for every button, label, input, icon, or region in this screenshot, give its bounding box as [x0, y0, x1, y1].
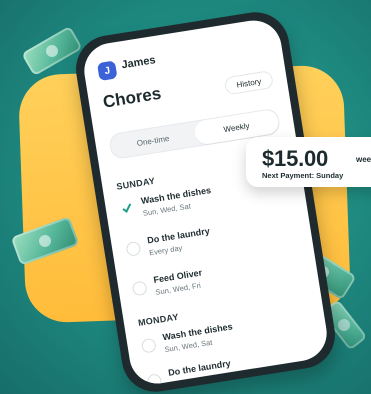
- section-monday: MONDAY: [137, 311, 180, 328]
- payment-card: $15.00 weekly Next Payment: Sunday: [246, 137, 371, 187]
- payment-period: weekly: [356, 155, 371, 164]
- chore-checkbox[interactable]: [125, 240, 142, 257]
- section-sunday: SUNDAY: [115, 175, 156, 192]
- avatar[interactable]: J: [96, 60, 118, 82]
- history-button[interactable]: History: [223, 70, 274, 96]
- page-title: Chores: [101, 83, 163, 112]
- checkmark-icon: [122, 203, 132, 213]
- next-payment: Next Payment: Sunday: [262, 171, 344, 180]
- hero-scene: J James Chores History One-time Weekly S…: [0, 0, 371, 394]
- tab-one-time[interactable]: One-time: [109, 122, 196, 159]
- chore-checkbox[interactable]: [131, 280, 148, 297]
- user-name: James: [120, 54, 157, 72]
- payment-amount: $15.00: [262, 146, 329, 171]
- chore-checkbox[interactable]: [119, 201, 135, 217]
- chore-checkbox[interactable]: [140, 337, 157, 354]
- chore-name: Do the laundry: [146, 225, 211, 246]
- chore-days: Every day: [148, 243, 183, 258]
